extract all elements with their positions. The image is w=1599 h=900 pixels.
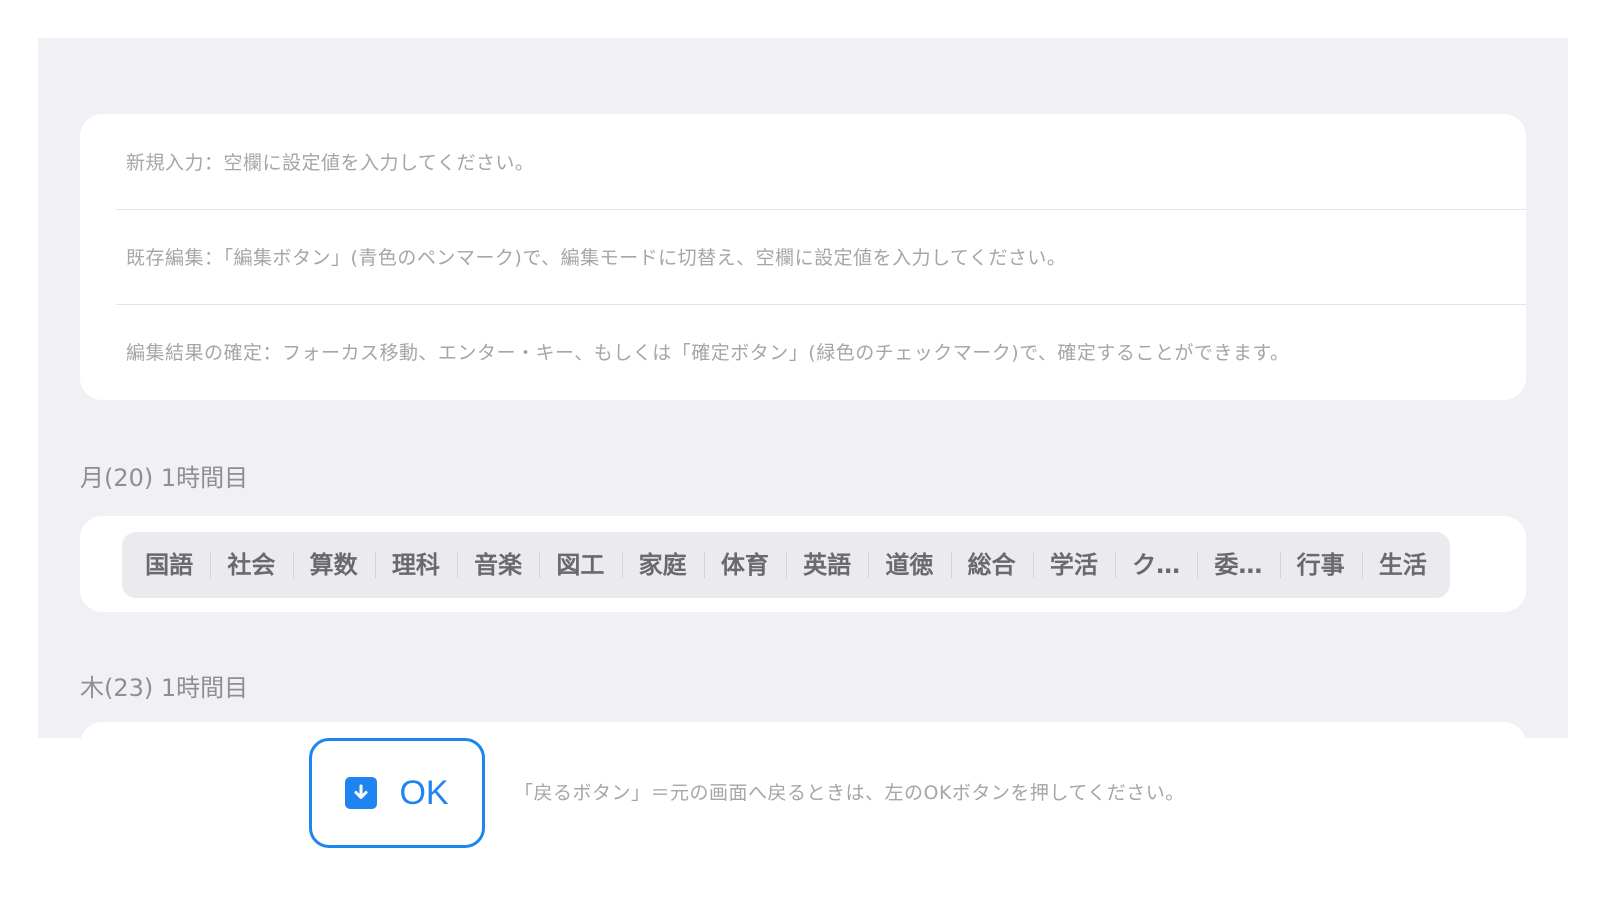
instructions-card: 新規入力：空欄に設定値を入力してください。 既存編集：「編集ボタン」(青色のペン… — [80, 114, 1526, 400]
instruction-row-new: 新規入力：空欄に設定値を入力してください。 — [80, 114, 1526, 209]
period-label-thursday: 木(23) 1時間目 — [80, 674, 249, 702]
instruction-row-edit: 既存編集：「編集ボタン」(青色のペンマーク)で、編集モードに切替え、空欄に設定値… — [80, 209, 1526, 304]
subject-segment[interactable]: 算数 — [292, 544, 375, 586]
instruction-confirm-edit-text: 編集結果の確定：フォーカス移動、エンター・キー、もしくは「確定ボタン」(緑色のチ… — [126, 342, 1290, 364]
ok-button-label: OK — [399, 773, 449, 812]
subject-segment[interactable]: 図工 — [539, 544, 621, 586]
subject-picker-card-thursday — [80, 722, 1526, 738]
download-arrow-icon — [345, 777, 378, 809]
subject-segment[interactable]: 国語 — [128, 544, 210, 586]
subject-segment[interactable]: 家庭 — [621, 544, 704, 586]
subject-segment[interactable]: ク… — [1115, 544, 1197, 586]
subject-segment[interactable]: 行事 — [1279, 544, 1362, 586]
instruction-row-confirm: 編集結果の確定：フォーカス移動、エンター・キー、もしくは「確定ボタン」(緑色のチ… — [80, 304, 1526, 399]
subject-segment[interactable]: 理科 — [374, 544, 457, 586]
instruction-edit-existing-text: 既存編集：「編集ボタン」(青色のペンマーク)で、編集モードに切替え、空欄に設定値… — [126, 247, 1067, 269]
subject-segment[interactable]: 音楽 — [457, 544, 539, 586]
period-label-monday: 月(20) 1時間目 — [80, 464, 249, 492]
subject-segment[interactable]: 道徳 — [868, 544, 950, 586]
subject-segment[interactable]: 総合 — [950, 544, 1033, 586]
subject-segment[interactable]: 英語 — [786, 544, 868, 586]
back-button-note: 「戻るボタン」＝元の画面へ戻るときは、左のOKボタンを押してください。 — [514, 782, 1185, 804]
instruction-new-entry-text: 新規入力：空欄に設定値を入力してください。 — [126, 152, 535, 174]
subject-segment[interactable]: 社会 — [210, 544, 292, 586]
ok-button[interactable]: OK — [309, 738, 485, 848]
subject-segmented-control[interactable]: 国語 社会 算数 理科 音楽 図工 家庭 体育 英語 道徳 総合 学活 ク… 委… — [122, 532, 1450, 598]
subject-segment[interactable]: 学活 — [1032, 544, 1115, 586]
subject-segment[interactable]: 生活 — [1361, 544, 1444, 586]
subject-segment[interactable]: 体育 — [703, 544, 786, 586]
subject-picker-card: 国語 社会 算数 理科 音楽 図工 家庭 体育 英語 道徳 総合 学活 ク… 委… — [80, 516, 1526, 612]
settings-panel: 新規入力：空欄に設定値を入力してください。 既存編集：「編集ボタン」(青色のペン… — [38, 38, 1568, 738]
subject-segment[interactable]: 委… — [1197, 544, 1279, 586]
